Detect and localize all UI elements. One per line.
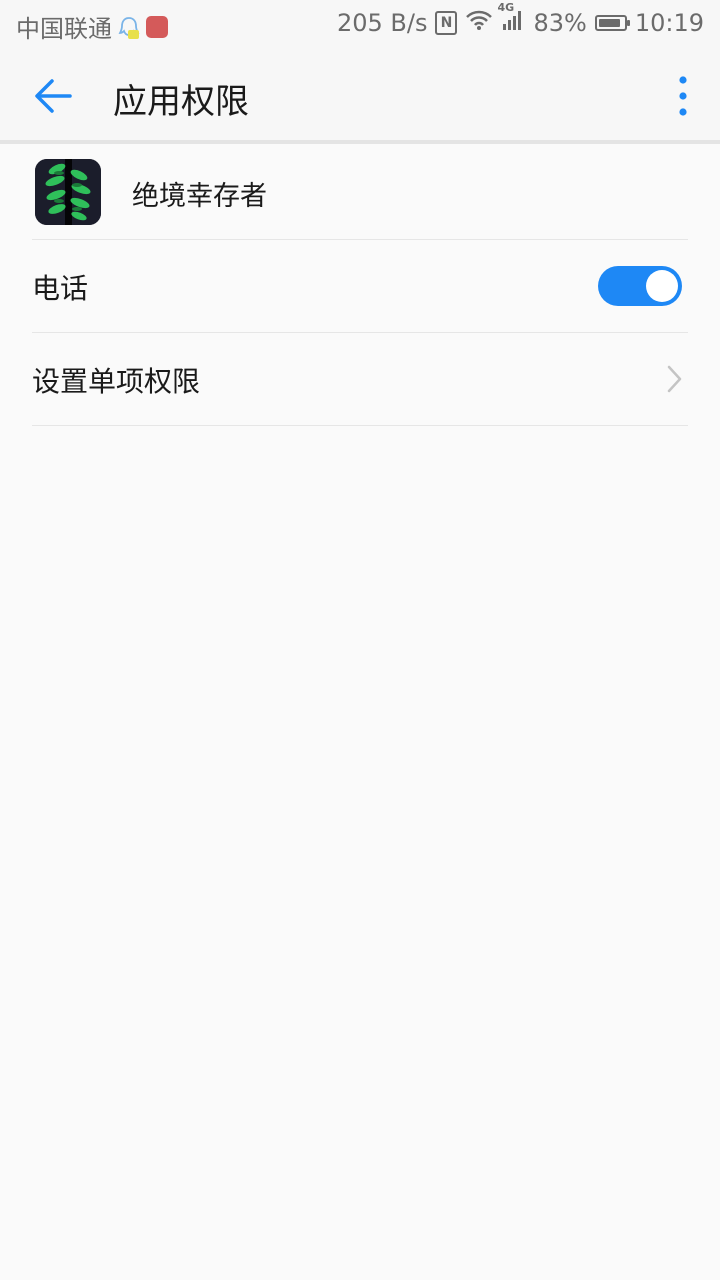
network-type-label: 4G [497,1,515,14]
permission-label-individual-settings: 设置单项权限 [32,365,201,398]
signal-icon: 4G [497,1,525,37]
network-speed: 205 B/s [336,9,428,37]
permission-label-phone: 电话 [32,272,89,305]
wifi-icon [465,9,493,37]
more-options-button[interactable] [674,74,692,118]
back-button[interactable] [30,72,80,120]
status-bar-left: 中国联通 [16,9,168,44]
app-name: 绝境幸存者 [132,181,267,212]
permission-list: 绝境幸存者 电话 设置单项权限 [32,144,688,426]
permission-row-individual-settings[interactable]: 设置单项权限 [32,333,688,426]
app-icon [35,159,101,225]
status-bar-right: 205 B/s N 4G 83% 10:19 [336,1,704,37]
arrow-left-icon [35,79,72,113]
clock: 10:19 [634,9,704,37]
app-header: 绝境幸存者 [32,144,688,240]
qq-notification-icon [118,16,140,39]
app-notification-icon [146,15,168,38]
toggle-knob [646,270,678,302]
battery-icon [594,15,630,31]
app-bar: 应用权限 [0,50,720,144]
nfc-icon: N [435,11,458,35]
battery-percent: 83% [533,9,587,37]
page-title: 应用权限 [113,82,249,122]
status-bar: 中国联通 205 B/s N 4G 83% 10:19 [0,0,720,50]
permission-row-phone[interactable]: 电话 [32,240,688,333]
carrier-name: 中国联通 [16,15,112,43]
chevron-right-icon [667,365,682,393]
more-vertical-icon [679,76,687,116]
phone-permission-toggle[interactable] [598,266,682,306]
